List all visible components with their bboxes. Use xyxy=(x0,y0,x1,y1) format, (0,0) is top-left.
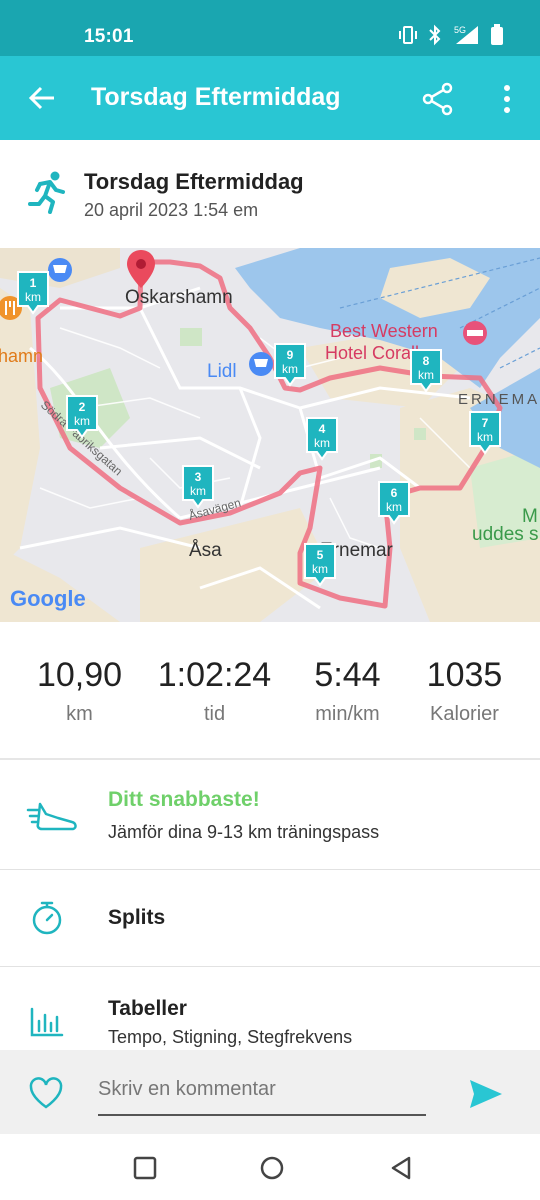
km-marker-9: 9km xyxy=(274,343,306,387)
km-marker-unit: km xyxy=(74,414,90,428)
google-logo: Google xyxy=(10,586,86,611)
send-icon[interactable] xyxy=(468,1078,504,1110)
recent-apps-icon[interactable] xyxy=(131,1154,159,1182)
km-marker-number: 7 xyxy=(482,416,489,430)
tables-label: Tabeller xyxy=(108,997,187,1020)
km-marker-3: 3km xyxy=(182,465,214,509)
km-marker-unit: km xyxy=(386,500,402,514)
achievement-row[interactable]: Ditt snabbaste! Jämför dina 9-13 km trän… xyxy=(0,760,540,868)
map-label-hamn: hamn xyxy=(0,346,43,366)
stat-calories-value: 1035 xyxy=(426,656,503,694)
system-nav-bar xyxy=(0,1134,540,1200)
achievement-subtitle: Jämför dina 9-13 km träningspass xyxy=(108,822,380,842)
stat-time-unit: tid xyxy=(203,703,226,725)
stopwatch-icon xyxy=(32,901,62,935)
share-icon[interactable] xyxy=(421,82,455,116)
map-label-asa: Åsa xyxy=(189,540,222,561)
stat-distance-unit: km xyxy=(66,703,93,725)
tables-subtitle: Tempo, Stigning, Stegfrekvens xyxy=(108,1027,353,1047)
km-marker-number: 1 xyxy=(30,276,37,290)
splits-row[interactable]: Splits xyxy=(0,870,540,966)
status-time: 15:01 xyxy=(84,26,134,47)
network-label: 5G xyxy=(454,25,466,35)
activity-header: Torsdag Eftermiddag 20 april 2023 1:54 e… xyxy=(0,140,540,248)
activity-title: Torsdag Eftermiddag xyxy=(84,169,304,194)
km-marker-unit: km xyxy=(418,368,434,382)
km-marker-5: 5km xyxy=(304,543,336,587)
splits-label: Splits xyxy=(108,906,166,929)
running-icon xyxy=(28,171,65,214)
stat-calories-unit: Kalorier xyxy=(430,703,499,725)
signal-5g-icon: 5G xyxy=(454,25,478,44)
heart-icon[interactable] xyxy=(28,1076,64,1110)
stat-pace: 5:44 min/km xyxy=(280,656,415,726)
vibrate-icon xyxy=(399,26,417,44)
comment-bar: Skriv en kommentar xyxy=(0,1050,540,1134)
km-marker-unit: km xyxy=(282,362,298,376)
stat-pace-unit: min/km xyxy=(315,703,380,725)
km-marker-4: 4km xyxy=(306,417,338,461)
stat-time: 1:02:24 tid xyxy=(147,656,282,726)
status-bar: 15:01 5G xyxy=(0,0,540,56)
stat-distance: 10,90 km xyxy=(12,656,147,726)
stat-distance-value: 10,90 xyxy=(36,656,123,694)
map-label-lidl: Lidl xyxy=(207,361,237,382)
km-marker-number: 8 xyxy=(423,354,430,368)
map-label-oskarshamn: Oskarshamn xyxy=(125,287,233,308)
km-marker-6: 6km xyxy=(378,481,410,525)
stat-time-value: 1:02:24 xyxy=(157,656,272,694)
km-marker-unit: km xyxy=(314,436,330,450)
km-marker-unit: km xyxy=(312,562,328,576)
map-label-m: M xyxy=(522,506,538,527)
app-bar: Torsdag Eftermiddag xyxy=(0,56,540,140)
route-map[interactable]: Oskarshamn Lidl Best Western Hotel Coral… xyxy=(0,248,540,622)
app-bar-title: Torsdag Eftermiddag xyxy=(91,83,341,111)
activity-date: 20 april 2023 1:54 em xyxy=(84,200,259,220)
km-marker-2: 2km xyxy=(66,395,98,439)
km-marker-number: 2 xyxy=(79,400,86,414)
comment-input[interactable]: Skriv en kommentar xyxy=(98,1078,426,1116)
km-marker-number: 3 xyxy=(195,470,202,484)
km-marker-7: 7km xyxy=(469,411,501,455)
achievement-title: Ditt snabbaste! xyxy=(108,788,260,811)
status-icons: 5G xyxy=(398,24,504,46)
map-label-ernemar-area: ERNEMA xyxy=(458,391,540,408)
shoe-icon xyxy=(26,802,77,831)
km-marker-number: 6 xyxy=(391,486,398,500)
km-marker-number: 5 xyxy=(317,548,324,562)
km-marker-unit: km xyxy=(477,430,493,444)
stats-panel: 10,90 km 1:02:24 tid 5:44 min/km 1035 Ka… xyxy=(0,622,540,758)
km-marker-number: 9 xyxy=(287,348,294,362)
tables-row[interactable]: Tabeller Tempo, Stigning, Stegfrekvens xyxy=(0,967,540,1050)
stat-pace-value: 5:44 xyxy=(314,656,381,694)
km-marker-unit: km xyxy=(190,484,206,498)
km-marker-8: 8km xyxy=(410,349,442,393)
stat-calories: 1035 Kalorier xyxy=(397,656,532,726)
more-options-icon[interactable] xyxy=(500,84,514,114)
km-marker-unit: km xyxy=(25,290,41,304)
back-arrow-icon[interactable] xyxy=(28,84,56,112)
km-marker-1: 1km xyxy=(17,271,49,315)
battery-icon xyxy=(491,24,503,45)
map-canvas: Oskarshamn Lidl Best Western Hotel Coral… xyxy=(0,248,540,622)
back-nav-icon[interactable] xyxy=(387,1154,415,1182)
bar-chart-icon xyxy=(30,1007,64,1037)
bluetooth-icon xyxy=(429,24,441,46)
km-marker-number: 4 xyxy=(319,422,326,436)
map-label-best-western: Best Western xyxy=(330,321,438,341)
home-icon[interactable] xyxy=(258,1154,286,1182)
map-label-uddes: uddes s xyxy=(472,524,539,545)
